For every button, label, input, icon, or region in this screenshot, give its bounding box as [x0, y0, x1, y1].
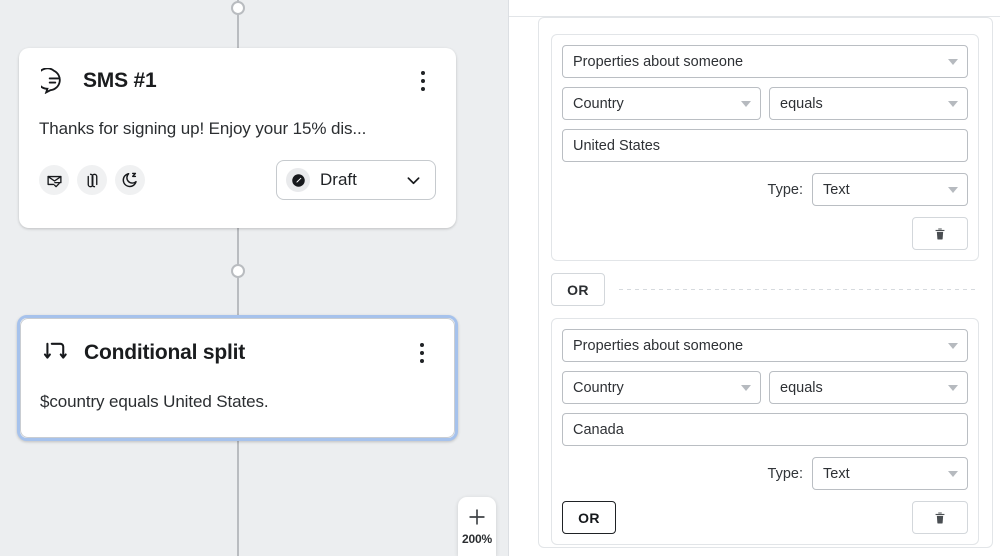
or-dashed-divider — [619, 289, 979, 290]
kebab-menu-icon[interactable] — [410, 66, 436, 96]
draft-pencil-icon — [286, 168, 310, 192]
conditions-panel: Properties about someone Country equals — [508, 0, 1000, 556]
sms-chat-icon — [39, 66, 69, 96]
sms-node-title: SMS #1 — [83, 69, 157, 93]
quiet-hours-moon-icon[interactable] — [115, 165, 145, 195]
delete-condition-button[interactable] — [912, 217, 968, 250]
sms-node-header: SMS #1 — [39, 66, 436, 96]
condition-source-value: Properties about someone — [573, 338, 743, 354]
condition-delete-row — [562, 217, 968, 250]
condition-value-input[interactable] — [562, 129, 968, 162]
zoom-level-label: 200% — [462, 532, 492, 546]
condition-source-select[interactable]: Properties about someone — [562, 45, 968, 78]
condition-operator-select[interactable]: equals — [769, 87, 968, 120]
condition-source-row: Properties about someone — [562, 329, 968, 362]
condition-group-footer: OR — [562, 501, 968, 534]
sms-node-body-text: Thanks for signing up! Enjoy your 15% di… — [39, 119, 436, 139]
or-divider-row: OR — [551, 273, 979, 306]
chevron-down-icon — [948, 343, 958, 349]
chevron-down-icon — [741, 101, 751, 107]
branch-split-icon — [40, 338, 70, 368]
condition-type-row: Type: Text — [562, 173, 968, 206]
condition-operator-select[interactable]: equals — [769, 371, 968, 404]
flow-connector-dot-top[interactable] — [231, 1, 245, 15]
sms-node-badge-icons — [39, 165, 145, 195]
zoom-in-plus-icon[interactable] — [464, 504, 490, 530]
sms-status-dropdown[interactable]: Draft — [276, 160, 436, 200]
app-root: SMS #1 Thanks for signing up! Enjoy your… — [0, 0, 1000, 556]
condition-field-select[interactable]: Country — [562, 371, 761, 404]
condition-group: Properties about someone Country equals — [551, 318, 979, 545]
condition-type-label: Type: — [768, 182, 803, 198]
conditions-wrapper: Properties about someone Country equals — [538, 17, 993, 548]
sms-node-footer: Draft — [39, 160, 436, 200]
chevron-down-icon — [404, 171, 423, 190]
zoom-control[interactable]: 200% — [458, 497, 496, 556]
condition-value-input[interactable] — [562, 413, 968, 446]
condition-field-select[interactable]: Country — [562, 87, 761, 120]
condition-type-value: Text — [823, 182, 850, 198]
link-attachment-icon[interactable] — [77, 165, 107, 195]
chevron-down-icon — [948, 59, 958, 65]
conditional-split-header: Conditional split — [40, 338, 435, 368]
sms-status-label: Draft — [320, 170, 357, 190]
flow-node-conditional-split[interactable]: Conditional split $country equals United… — [17, 315, 458, 441]
condition-type-row: Type: Text — [562, 457, 968, 490]
conditional-split-body-text: $country equals United States. — [40, 392, 435, 412]
condition-source-select[interactable]: Properties about someone — [562, 329, 968, 362]
flow-node-sms[interactable]: SMS #1 Thanks for signing up! Enjoy your… — [19, 48, 456, 228]
condition-value-row — [562, 129, 968, 162]
condition-field-operator-row: Country equals — [562, 371, 968, 404]
condition-field-operator-row: Country equals — [562, 87, 968, 120]
condition-type-select[interactable]: Text — [812, 457, 968, 490]
add-or-condition-button[interactable]: OR — [551, 273, 605, 306]
flow-canvas[interactable]: SMS #1 Thanks for signing up! Enjoy your… — [0, 0, 508, 556]
flow-connector-dot-middle[interactable] — [231, 264, 245, 278]
chevron-down-icon — [948, 101, 958, 107]
add-or-condition-button[interactable]: OR — [562, 501, 616, 534]
chevron-down-icon — [948, 385, 958, 391]
condition-value-row — [562, 413, 968, 446]
condition-source-value: Properties about someone — [573, 54, 743, 70]
chevron-down-icon — [948, 187, 958, 193]
condition-field-value: Country — [573, 380, 624, 396]
condition-operator-value: equals — [780, 380, 823, 396]
selection-outline — [20, 318, 455, 438]
condition-field-value: Country — [573, 96, 624, 112]
condition-type-label: Type: — [768, 466, 803, 482]
conditional-split-title: Conditional split — [84, 341, 245, 365]
condition-source-row: Properties about someone — [562, 45, 968, 78]
delete-condition-button[interactable] — [912, 501, 968, 534]
chevron-down-icon — [948, 471, 958, 477]
condition-type-value: Text — [823, 466, 850, 482]
condition-group: Properties about someone Country equals — [551, 34, 979, 261]
condition-type-select[interactable]: Text — [812, 173, 968, 206]
chevron-down-icon — [741, 385, 751, 391]
kebab-menu-icon[interactable] — [409, 338, 435, 368]
condition-operator-value: equals — [780, 96, 823, 112]
email-check-icon[interactable] — [39, 165, 69, 195]
